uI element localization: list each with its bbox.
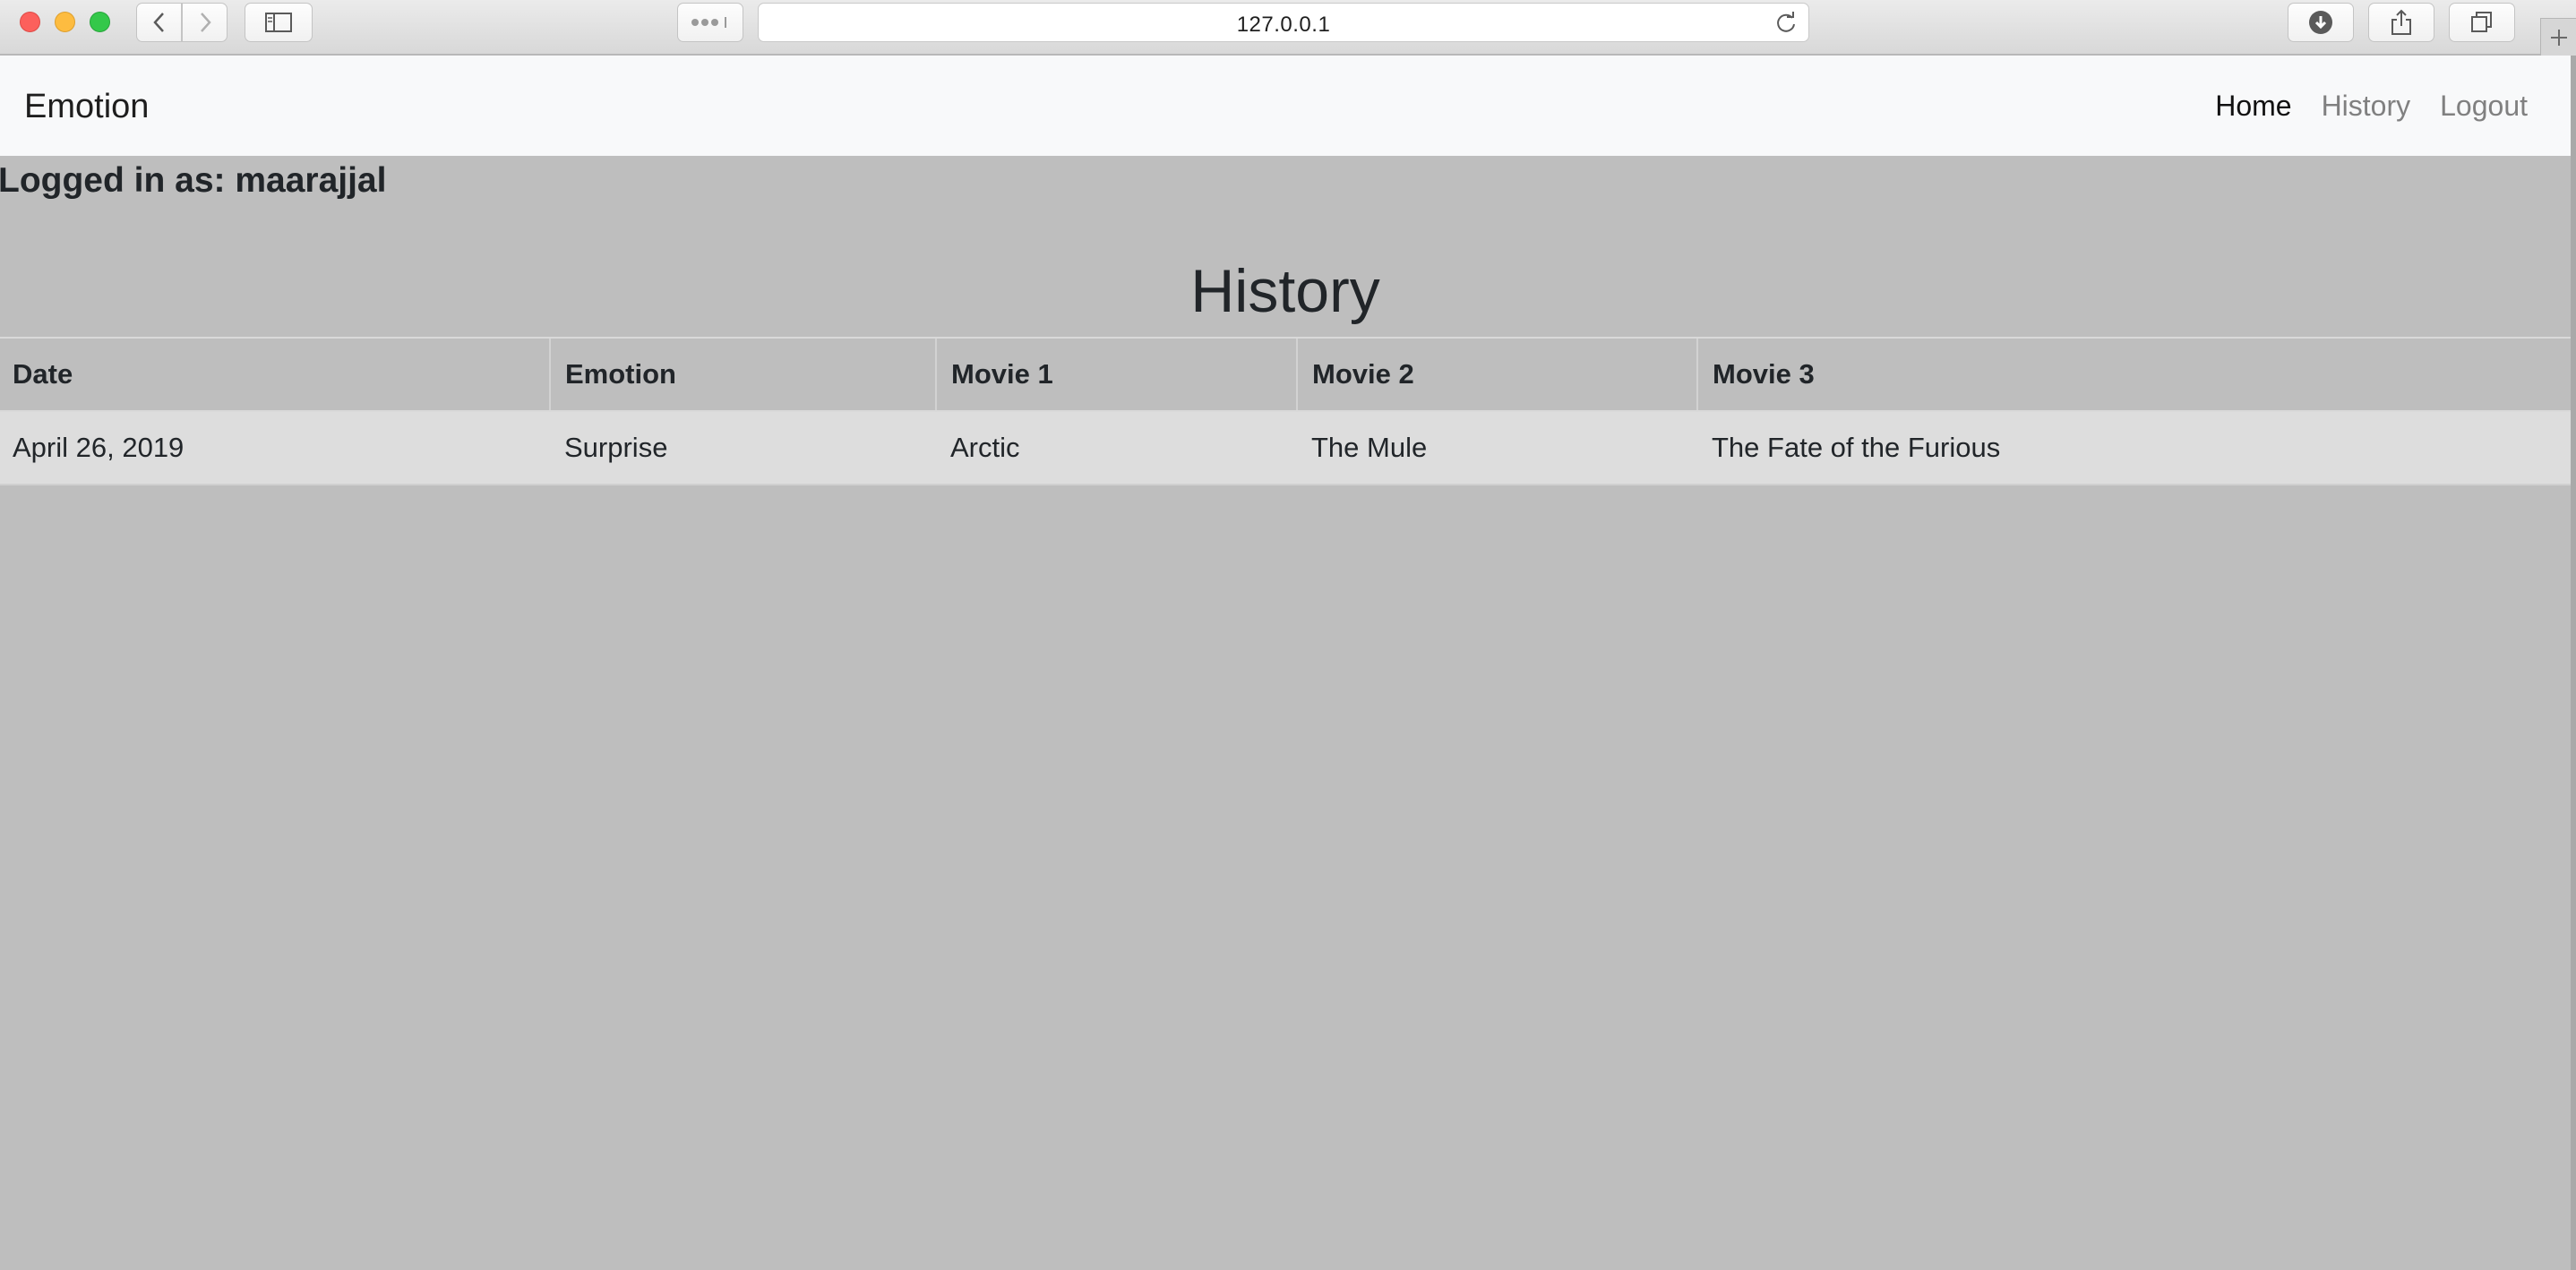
cell-movie-2: The Mule: [1297, 411, 1697, 485]
sidebar-icon: [265, 13, 292, 32]
window-close-button[interactable]: [20, 12, 40, 32]
column-header-movie-2: Movie 2: [1296, 337, 1697, 412]
forward-button[interactable]: [182, 3, 228, 42]
show-tabs-button[interactable]: [2449, 3, 2515, 42]
browser-toolbar: 127.0.0.1: [0, 0, 2576, 56]
url-text: 127.0.0.1: [1236, 13, 1331, 37]
logged-in-label: Logged in as: maarajjal: [0, 161, 387, 200]
column-header-date: Date: [0, 337, 550, 412]
back-button[interactable]: [136, 3, 182, 42]
share-button[interactable]: [2368, 3, 2434, 42]
share-icon: [2391, 9, 2411, 35]
navbar-brand[interactable]: Emotion: [24, 88, 149, 126]
cell-movie-1: Arctic: [936, 411, 1297, 485]
cell-date: April 26, 2019: [0, 411, 550, 485]
table-header-row: Date Emotion Movie 1 Movie 2 Movie 3: [0, 337, 2571, 412]
column-header-movie-3: Movie 3: [1696, 337, 2571, 412]
table-row: April 26, 2019 Surprise Arctic The Mule …: [0, 411, 2571, 485]
nav-link-logout[interactable]: Logout: [2440, 90, 2528, 123]
new-tab-button[interactable]: [2540, 18, 2576, 56]
download-icon: [2309, 11, 2332, 34]
chevron-left-icon: [152, 13, 164, 32]
cell-emotion: Surprise: [550, 411, 936, 485]
column-header-emotion: Emotion: [549, 337, 936, 412]
plus-icon: [2550, 29, 2567, 46]
nav-link-history[interactable]: History: [2322, 90, 2411, 123]
chevron-right-icon: [200, 13, 211, 32]
nav-links: Home History Logout: [2215, 90, 2528, 123]
cell-movie-3: The Fate of the Furious: [1697, 411, 2571, 485]
reader-icon: [691, 17, 726, 28]
window-maximize-button[interactable]: [90, 12, 110, 32]
navbar: Emotion Home History Logout: [0, 56, 2571, 156]
history-table: Date Emotion Movie 1 Movie 2 Movie 3 Apr…: [0, 337, 2571, 485]
window-edge: [2571, 56, 2576, 1270]
page-title: History: [1190, 257, 1380, 325]
nav-link-home[interactable]: Home: [2215, 90, 2291, 123]
sidebar-toggle-button[interactable]: [245, 3, 313, 42]
address-bar[interactable]: 127.0.0.1: [758, 3, 1809, 42]
reload-icon[interactable]: [1774, 11, 1798, 34]
window-minimize-button[interactable]: [55, 12, 75, 32]
reader-button[interactable]: [677, 3, 743, 42]
column-header-movie-1: Movie 1: [935, 337, 1297, 412]
tabs-icon: [2471, 12, 2492, 32]
downloads-button[interactable]: [2288, 3, 2354, 42]
